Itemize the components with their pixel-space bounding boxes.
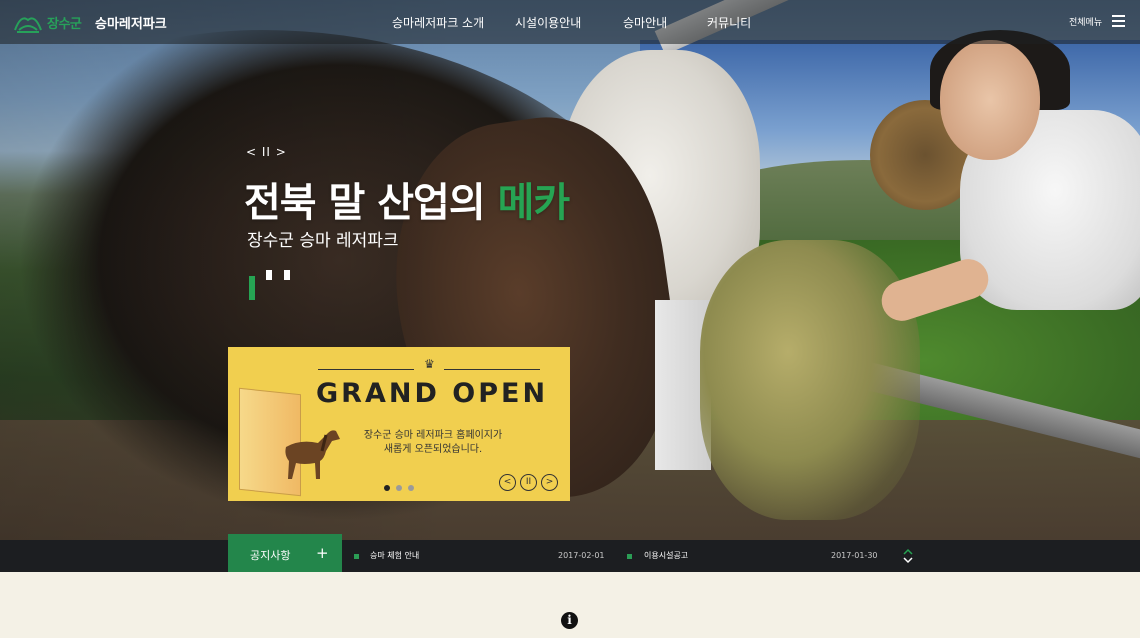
bullet-icon [627,554,632,559]
pagination-dot[interactable] [408,485,414,491]
site-header: 장수군 승마레저파크 승마레저파크 소개 시설이용안내 승마안내 커뮤니티 전체… [0,0,1140,44]
popup-next-button[interactable]: > [541,474,558,491]
hero-banner [0,0,1140,540]
notice-item-title[interactable]: 승마 체험 안내 [370,550,419,561]
notice-tab[interactable]: 공지사항 + [228,534,342,572]
hero-headline: 전북 말 산업의 메카 [244,170,571,228]
grand-open-popup[interactable]: ♛ GRAND OPEN 장수군 승마 레저파크 홈페이지가 새롭게 오픈되었습… [228,347,570,501]
popup-pagination [384,485,424,493]
notice-title: 공지사항 [250,549,291,562]
nav-item-community[interactable]: 커뮤니티 [707,14,751,31]
crown-icon: ♛ [424,357,435,371]
notice-item-date: 2017-01-30 [831,551,878,560]
popup-message-line1: 장수군 승마 레저파크 홈페이지가 [363,430,503,441]
quote-mark [249,270,293,300]
notice-more-button[interactable]: + [316,544,329,562]
nav-item-facilities[interactable]: 시설이용안내 [515,14,581,31]
nav-item-riding[interactable]: 승마안내 [623,14,667,31]
logo-text[interactable]: 장수군 [47,13,82,32]
pagination-dot-active[interactable] [384,485,390,491]
headline-main: 전북 말 산업의 [244,180,498,226]
popup-divider-right [444,369,540,370]
info-icon[interactable]: i [561,612,578,629]
hero-subline: 장수군 승마 레저파크 [247,231,399,251]
popup-title: GRAND OPEN [316,378,549,409]
nav-item-intro[interactable]: 승마레저파크 소개 [392,14,484,31]
scroll-arrows-icon[interactable] [903,548,913,564]
notice-item-title[interactable]: 이용시설공고 [644,550,688,561]
hero-slide-control[interactable]: < II > [246,145,287,159]
bullet-icon [354,554,359,559]
popup-prev-button[interactable]: < [499,474,516,491]
all-menu-label[interactable]: 전체메뉴 [1069,15,1102,28]
popup-message-line2: 새롭게 오픈되었습니다. [383,444,483,455]
site-name[interactable]: 승마레저파크 [95,13,167,32]
popup-divider-left [318,369,414,370]
logo-icon[interactable] [13,10,43,34]
horse-illustration [285,430,340,479]
headline-accent: 메카 [497,180,571,226]
pagination-dot[interactable] [396,485,402,491]
hero-overlay [0,0,1140,540]
menu-icon[interactable] [1112,15,1125,27]
popup-message: 장수군 승마 레저파크 홈페이지가 새롭게 오픈되었습니다. [348,429,518,457]
popup-pause-button[interactable]: II [520,474,537,491]
notice-item-date: 2017-02-01 [558,551,605,560]
